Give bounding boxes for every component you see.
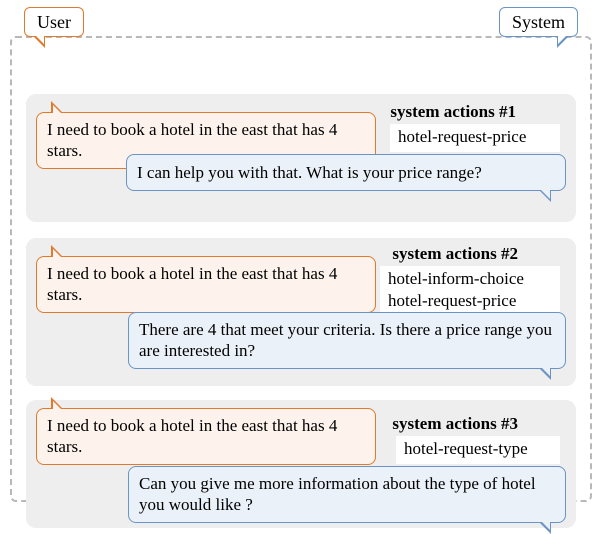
user-utterance-text: I need to book a hotel in the east that … — [47, 264, 337, 304]
system-utterance-bubble: Can you give me more information about t… — [128, 466, 566, 523]
system-actions-title: system actions #3 — [392, 414, 518, 434]
system-actions-box: hotel-inform-choice hotel-request-price — [380, 266, 560, 316]
user-role-label: User — [37, 12, 71, 33]
dialogue-turn: I need to book a hotel in the east that … — [26, 400, 576, 528]
system-actions-title: system actions #1 — [390, 102, 516, 122]
user-utterance-bubble: I need to book a hotel in the east that … — [36, 256, 376, 313]
system-actions-box: hotel-request-type — [396, 436, 560, 464]
bubble-tail — [541, 367, 550, 376]
system-utterance-bubble: I can help you with that. What is your p… — [126, 154, 566, 191]
user-utterance-text: I need to book a hotel in the east that … — [47, 416, 337, 456]
bubble-tail — [53, 249, 62, 258]
bubble-tail — [541, 190, 550, 199]
bubble-tail — [558, 35, 567, 44]
bubble-tail — [53, 105, 62, 114]
system-utterance-bubble: There are 4 that meet your criteria. Is … — [128, 312, 566, 369]
user-role-tag: User — [24, 7, 84, 37]
system-action-item: hotel-inform-choice — [388, 268, 552, 290]
dialogue-turn: I need to book a hotel in the east that … — [26, 94, 576, 222]
system-utterance-text: There are 4 that meet your criteria. Is … — [139, 320, 552, 360]
system-utterance-text: Can you give me more information about t… — [139, 474, 536, 514]
dialogue-turn: I need to book a hotel in the east that … — [26, 238, 576, 386]
dialogue-container: I need to book a hotel in the east that … — [10, 36, 592, 502]
system-action-item: hotel-request-price — [388, 290, 552, 312]
system-action-item: hotel-request-price — [398, 126, 552, 148]
system-actions-box: hotel-request-price — [390, 124, 560, 152]
system-action-item: hotel-request-type — [404, 438, 552, 460]
bubble-tail — [35, 35, 44, 44]
system-actions-title: system actions #2 — [392, 244, 518, 264]
user-utterance-bubble: I need to book a hotel in the east that … — [36, 408, 376, 465]
bubble-tail — [541, 521, 550, 530]
system-role-tag: System — [499, 7, 578, 37]
system-role-label: System — [512, 12, 565, 33]
system-utterance-text: I can help you with that. What is your p… — [137, 163, 482, 182]
bubble-tail — [53, 401, 62, 410]
